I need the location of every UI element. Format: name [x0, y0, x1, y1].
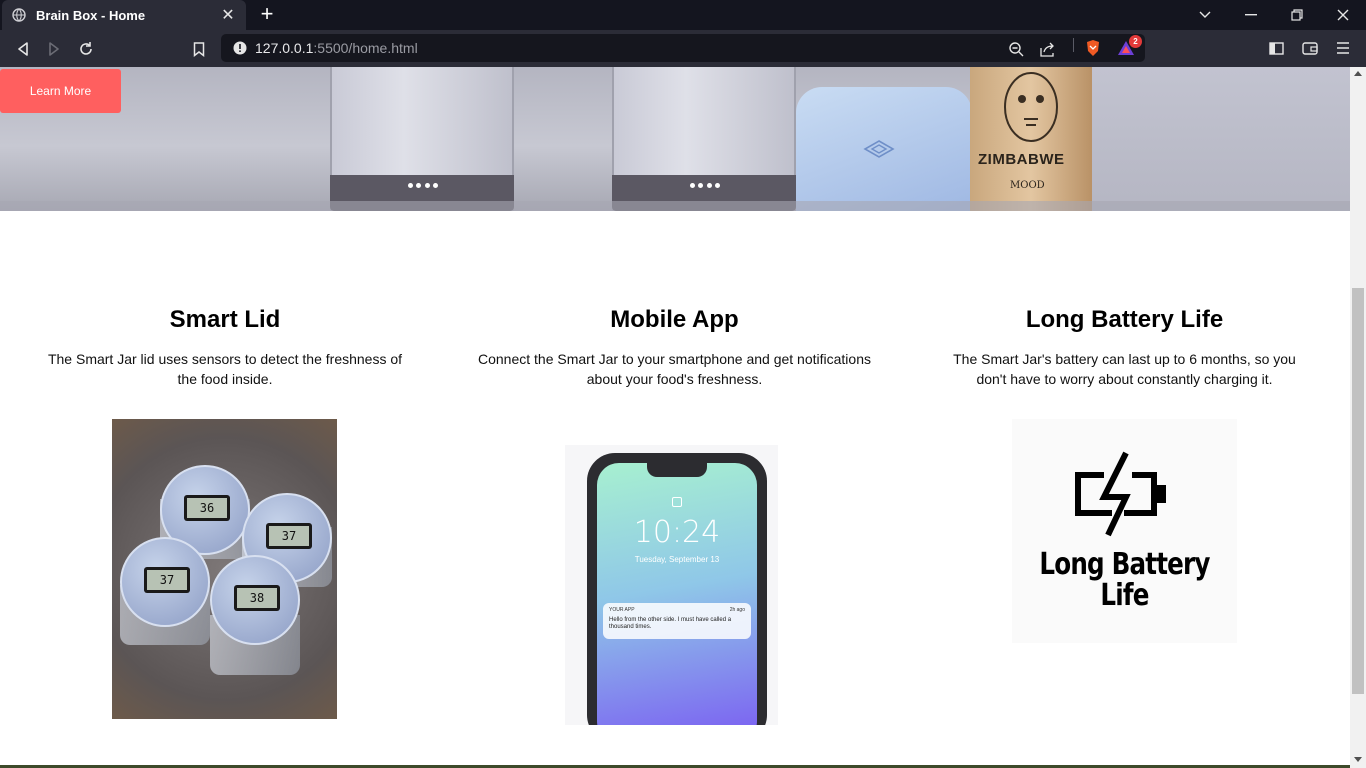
share-icon[interactable]: [1039, 40, 1057, 58]
zoom-icon[interactable]: [1007, 40, 1025, 58]
url-text[interactable]: 127.0.0.1:5500/home.html: [255, 40, 418, 56]
globe-icon: [12, 8, 26, 22]
info-icon[interactable]: [233, 41, 247, 55]
coffee-bag-image: ZIMBABWE MOOD: [970, 67, 1092, 211]
hero-image: ZIMBABWE MOOD: [0, 67, 1350, 211]
wallet-icon[interactable]: [1301, 39, 1319, 57]
page-scrollbar[interactable]: [1350, 67, 1366, 768]
lock-icon: [672, 497, 682, 507]
phone-time: 10:24: [633, 515, 721, 550]
feature-text: Connect the Smart Jar to your smartphone…: [478, 351, 871, 387]
sidebar-icon[interactable]: [1267, 39, 1285, 57]
brave-shield-icon[interactable]: [1084, 39, 1102, 57]
learn-more-button[interactable]: Learn More: [0, 69, 121, 113]
browser-toolbar: 127.0.0.1:5500/home.html 2: [0, 30, 1366, 67]
feature-title: Long Battery Life: [1025, 306, 1224, 333]
back-icon[interactable]: [12, 38, 34, 60]
url-path: :5500/home.html: [313, 40, 418, 56]
feature-long-battery-life: Long Battery Life The Smart Jar's batter…: [938, 305, 1311, 389]
feature-smart-lid: Smart Lid The Smart Jar lid uses sensors…: [40, 305, 410, 389]
menu-icon[interactable]: [1334, 39, 1352, 57]
feature-text: The Smart Jar's battery can last up to 6…: [953, 351, 1296, 387]
scroll-up-arrow-icon[interactable]: [1354, 71, 1362, 76]
restore-icon[interactable]: [1274, 0, 1320, 30]
notification-app: YOUR APP: [609, 607, 635, 613]
jar-reading: 37: [147, 570, 187, 590]
smart-lid-image: [796, 87, 972, 211]
page-viewport: ZIMBABWE MOOD Learn More Smart Lid The S…: [0, 67, 1350, 768]
chevron-down-icon[interactable]: [1182, 0, 1228, 30]
smart-jar-image: [330, 67, 514, 211]
battery-caption: Long Battery Life: [1032, 549, 1217, 611]
tab-active[interactable]: Brain Box - Home ✕: [2, 0, 246, 30]
feature-text: The Smart Jar lid uses sensors to detect…: [47, 351, 403, 387]
smart-jar-image: [612, 67, 796, 211]
toolbar-divider: [1073, 38, 1074, 52]
feature-title: Smart Lid: [169, 306, 281, 333]
bag-brand-text: ZIMBABWE: [978, 151, 1065, 168]
forward-icon[interactable]: [43, 38, 65, 60]
jar-reading: 36: [187, 498, 227, 518]
battery-caption-line-1: Long Battery: [1039, 547, 1210, 582]
bookmark-icon[interactable]: [188, 38, 210, 60]
feature-mobile-app: Mobile App Connect the Smart Jar to your…: [478, 305, 871, 389]
close-icon[interactable]: ✕: [220, 5, 236, 25]
long-battery-life-image: Long Battery Life: [1012, 419, 1237, 643]
feature-title: Mobile App: [610, 306, 739, 333]
notification-message: Hello from the other side. I must have c…: [609, 617, 732, 630]
scrollbar-thumb[interactable]: [1352, 288, 1364, 694]
rewards-badge: 2: [1129, 35, 1142, 48]
mobile-app-phone-image: 10:24 Tuesday, September 13 YOUR APP 2h …: [565, 445, 778, 725]
tab-strip: Brain Box - Home ✕ +: [0, 0, 1366, 30]
jar-reading: 38: [237, 588, 277, 608]
battery-caption-line-2: Life: [1100, 578, 1149, 613]
window-background: [1092, 67, 1350, 211]
url-host: 127.0.0.1: [255, 40, 314, 56]
address-bar[interactable]: 127.0.0.1:5500/home.html: [221, 34, 1145, 62]
phone-notification: YOUR APP 2h ago Hello from the other sid…: [603, 603, 751, 639]
reload-icon[interactable]: [75, 38, 97, 60]
smart-lid-jars-image: 36 37 37 38: [112, 419, 337, 719]
notification-time: 2h ago: [729, 607, 745, 613]
close-window-icon[interactable]: [1320, 0, 1366, 30]
phone-date: Tuesday, September 13: [634, 555, 720, 564]
battery-icon: [1075, 451, 1166, 537]
jar-reading: 37: [269, 526, 309, 546]
minimize-icon[interactable]: [1228, 0, 1274, 30]
bag-sub-text: MOOD: [1010, 180, 1045, 191]
tab-title: Brain Box - Home: [36, 7, 146, 23]
window-sill: [0, 201, 1350, 211]
scroll-down-arrow-icon[interactable]: [1354, 757, 1362, 762]
plus-icon[interactable]: +: [256, 3, 278, 25]
